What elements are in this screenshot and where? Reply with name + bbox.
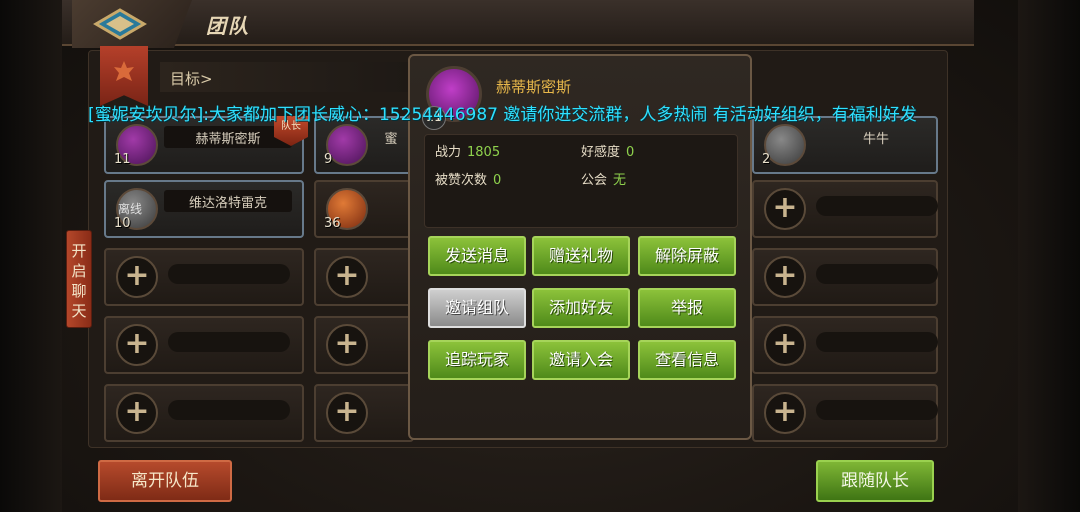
stat-power: 战力 1805 (435, 145, 501, 160)
track-player-button[interactable]: 追踪玩家 (428, 340, 526, 380)
invite-team-button[interactable]: 邀请组队 (428, 288, 526, 328)
member-level: 2 (762, 152, 771, 167)
back-button[interactable] (72, 0, 192, 48)
send-gift-button[interactable]: 赠送礼物 (532, 236, 630, 276)
plus-icon: + (764, 188, 806, 230)
member-slot-2[interactable]: 9 蜜 (314, 116, 414, 174)
empty-slot[interactable]: + (752, 384, 938, 442)
stat-guild: 公会无 (581, 173, 627, 188)
plus-icon: + (764, 324, 806, 366)
unblock-button[interactable]: 解除屏蔽 (638, 236, 736, 276)
member-name: 蜜 (384, 132, 398, 147)
member-name: 牛牛 (862, 132, 889, 147)
stat-favor: 好感度 0 (581, 145, 635, 160)
diamond-emblem-icon (93, 8, 147, 40)
plus-icon: + (764, 392, 806, 434)
member-slot-4[interactable]: 36 (314, 180, 414, 238)
report-button[interactable]: 举报 (638, 288, 736, 328)
open-chat-tab[interactable]: 开启聊天 (66, 230, 92, 328)
empty-slot[interactable]: + (752, 180, 938, 238)
page-title: 团队 (206, 14, 250, 38)
empty-slot[interactable]: + (314, 384, 414, 442)
empty-name-bar (816, 264, 938, 284)
follow-leader-button[interactable]: 跟随队长 (816, 460, 934, 502)
gray-avatar-icon (764, 124, 806, 166)
empty-slot[interactable]: + (104, 384, 304, 442)
add-friend-button[interactable]: 添加好友 (532, 288, 630, 328)
empty-slot[interactable]: + (104, 316, 304, 374)
empty-name-bar (168, 264, 290, 284)
empty-slot[interactable]: + (752, 316, 938, 374)
empty-name-bar (816, 400, 938, 420)
title-bar (62, 0, 974, 46)
plus-icon: + (326, 256, 368, 298)
leave-team-button[interactable]: 离开队伍 (98, 460, 232, 502)
plus-icon: + (116, 324, 158, 366)
plus-icon: + (116, 256, 158, 298)
maple-leaf-icon (114, 61, 134, 81)
stat-likes: 被赞次数 0 (435, 173, 502, 188)
plus-icon: + (116, 392, 158, 434)
plus-icon: + (326, 392, 368, 434)
plus-icon: + (326, 324, 368, 366)
empty-slot[interactable]: + (104, 248, 304, 306)
member-level: 11 (114, 152, 131, 167)
purple-wings-icon (326, 124, 368, 166)
member-level: 10 (114, 216, 131, 231)
empty-slot[interactable]: + (314, 316, 414, 374)
member-slot-1[interactable]: 11 赫蒂斯密斯 队长 (104, 116, 308, 174)
empty-name-bar (168, 400, 290, 420)
member-name: 维达洛特雷克 (188, 196, 267, 211)
offline-status: 离线 (118, 202, 143, 216)
plus-icon: + (764, 256, 806, 298)
empty-name-bar (816, 332, 938, 352)
invite-guild-button[interactable]: 邀请入会 (532, 340, 630, 380)
left-border (0, 0, 62, 512)
empty-slot[interactable]: + (314, 248, 414, 306)
target-label[interactable]: 目标> (170, 68, 213, 89)
empty-name-bar (168, 332, 290, 352)
view-info-button[interactable]: 查看信息 (638, 340, 736, 380)
player-name: 赫蒂斯密斯 (496, 78, 572, 96)
player-stats: 战力 1805 好感度 0 被赞次数 0 公会无 (424, 134, 738, 228)
empty-slot[interactable]: + (752, 248, 938, 306)
empty-name-bar (816, 196, 938, 216)
member-level: 9 (324, 152, 333, 167)
member-slot-3[interactable]: 离线 10 维达洛特雷克 (104, 180, 304, 238)
member-level: 36 (324, 216, 341, 231)
member-slot-5[interactable]: 2 牛牛 (752, 116, 938, 174)
member-name: 赫蒂斯密斯 (195, 132, 261, 147)
right-border (1018, 0, 1080, 512)
chat-marquee: [蜜妮安坎贝尔]:大家都加下团长威心：15254446987 邀请你进交流群，人… (88, 105, 917, 124)
send-message-button[interactable]: 发送消息 (428, 236, 526, 276)
